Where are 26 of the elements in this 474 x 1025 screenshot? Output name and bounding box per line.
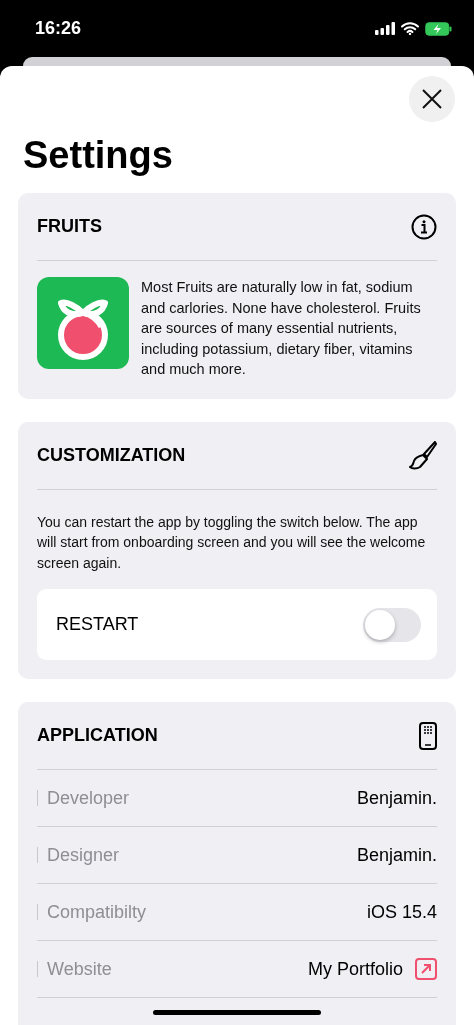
restart-switch[interactable]: [363, 607, 421, 642]
toggle-label: RESTART: [56, 614, 139, 635]
row-value: iOS 15.4: [366, 901, 437, 923]
wifi-icon: [401, 22, 419, 35]
page-title: Settings: [23, 134, 174, 177]
section-heading: APPLICATION: [37, 725, 158, 746]
external-link-icon[interactable]: [415, 958, 437, 980]
row-label: Developer: [47, 787, 130, 809]
section-heading: FRUITS: [37, 216, 102, 237]
signal-icon: [375, 22, 395, 35]
paintbrush-icon: [409, 440, 437, 470]
website-link[interactable]: My Portfolio: [307, 958, 403, 980]
close-icon: [422, 89, 442, 109]
row-value: Benjamin.: [356, 844, 437, 866]
row-label: Designer: [47, 844, 120, 866]
row-value: Benjamin.: [356, 787, 437, 809]
section-heading: CUSTOMIZATION: [37, 444, 186, 466]
phone-icon: [419, 721, 437, 750]
row-label: Compatibilty: [47, 901, 147, 923]
row-label: Website: [47, 958, 112, 980]
info-icon: [411, 213, 437, 240]
battery-icon: [425, 21, 452, 36]
close-button[interactable]: [409, 76, 455, 122]
description-text: You can restart the app by toggling the switch below. The app will start from onboarding screen and you will see the welcome screen again.: [37, 512, 427, 573]
clock: 16:26: [35, 18, 82, 39]
description-text: Most Fruits are naturally low in fat, sodium and carlories. None have cholesterol. Fruits are sources of many essential nutrients, including potassium, dietary fiber, vitamins and much more.: [141, 278, 422, 379]
